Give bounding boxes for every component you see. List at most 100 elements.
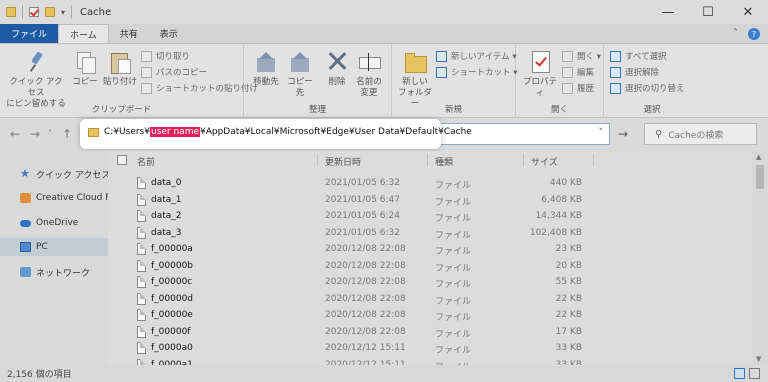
sidebar-item-quick-access[interactable]: ★ クイック アクセス	[0, 165, 108, 183]
file-icon	[137, 325, 146, 338]
column-header-name[interactable]: 名前	[137, 155, 155, 168]
table-row[interactable]: f_00000a 2020/12/08 22:08 ファイル 23 KB	[108, 242, 752, 258]
column-divider[interactable]	[427, 154, 428, 166]
chevron-up-icon[interactable]: ˄	[733, 28, 738, 40]
column-header-type[interactable]: 種類	[435, 155, 453, 168]
new-item-label: 新しいアイテム ▾	[451, 52, 517, 62]
cut-button[interactable]: 切り取り	[141, 50, 190, 62]
rename-label-line2: 変更	[360, 88, 378, 98]
file-type: ファイル	[435, 329, 472, 340]
copy-to-button[interactable]: コピー先	[284, 50, 316, 99]
select-all-checkbox[interactable]	[117, 155, 127, 165]
select-none-label: 選択解除	[625, 68, 660, 78]
back-arrow-icon[interactable]: ←	[10, 127, 20, 141]
tab-view[interactable]: 表示	[149, 24, 189, 43]
recent-dropdown-icon[interactable]: ˅	[48, 129, 52, 138]
new-folder-button[interactable]: 新しい フォルダー	[396, 50, 434, 110]
close-button[interactable]: ✕	[728, 0, 768, 24]
scroll-down-icon[interactable]: ▼	[756, 355, 761, 363]
table-row[interactable]: f_00000b 2020/12/08 22:08 ファイル 20 KB	[108, 259, 752, 275]
help-icon[interactable]: ?	[748, 28, 760, 40]
table-row[interactable]: f_0000a0 2020/12/12 15:11 ファイル 33 KB	[108, 341, 752, 357]
sidebar-item-network[interactable]: ネットワーク	[0, 263, 108, 281]
file-type: ファイル	[435, 313, 472, 323]
history-label: 履歴	[577, 84, 595, 94]
edit-button[interactable]: 編集	[562, 66, 594, 78]
file-size: 23 KB	[555, 244, 582, 254]
up-arrow-icon[interactable]: ↑	[62, 127, 72, 141]
quick-access-dropdown-icon[interactable]: ▾	[61, 8, 65, 17]
forward-arrow-icon[interactable]: →	[30, 127, 40, 141]
history-button[interactable]: 履歴	[562, 82, 594, 94]
copy-button[interactable]: コピー	[70, 50, 100, 88]
folder-icon	[6, 7, 16, 17]
details-view-icon[interactable]	[734, 368, 745, 379]
pin-quick-access-button[interactable]: クイック アクセス にピン留めする	[6, 50, 66, 110]
table-row[interactable]: data_0 2021/01/05 6:32 ファイル 440 KB	[108, 176, 752, 192]
minimize-button[interactable]: —	[648, 0, 688, 24]
column-divider[interactable]	[593, 154, 594, 166]
navigation-pane: ★ クイック アクセス Creative Cloud Fi OneDrive P…	[0, 151, 108, 365]
file-name: f_00000a	[151, 244, 193, 254]
sidebar-item-pc[interactable]: PC	[0, 238, 108, 256]
address-path[interactable]: C:¥Users¥user name¥AppData¥Local¥Microso…	[104, 127, 472, 137]
file-size: 6,408 KB	[541, 194, 582, 205]
paste-shortcut-button[interactable]: ショートカットの貼り付け	[141, 82, 258, 94]
new-folder-icon[interactable]	[45, 7, 55, 17]
table-row[interactable]: f_00000c 2020/12/08 22:08 ファイル 55 KB	[108, 275, 752, 291]
status-bar: 2,156 個の項目	[0, 365, 768, 382]
select-none-button[interactable]: 選択解除	[610, 66, 659, 78]
table-row[interactable]: f_00000e 2020/12/08 22:08 ファイル 22 KB	[108, 308, 752, 324]
scissors-icon	[141, 50, 152, 62]
shortcut-button[interactable]: ショートカット ▾	[436, 66, 517, 78]
copy-to-icon	[289, 50, 311, 74]
large-icons-view-icon[interactable]	[749, 368, 760, 379]
edit-icon	[562, 66, 573, 78]
paste-shortcut-label: ショートカットの貼り付け	[156, 84, 259, 94]
search-input[interactable]: ⚲ Cacheの検索	[644, 123, 757, 145]
shortcut-arrow-icon	[436, 66, 447, 78]
rename-button[interactable]: 名前の 変更	[354, 50, 384, 99]
table-row[interactable]: data_3 2021/01/05 6:32 ファイル 102,408 KB	[108, 226, 752, 242]
invert-selection-icon	[610, 82, 621, 94]
table-row[interactable]: f_00000f 2020/12/08 22:08 ファイル 17 KB	[108, 325, 752, 341]
file-date: 2020/12/08 22:08	[325, 244, 406, 254]
select-all-button[interactable]: すべて選択	[610, 50, 667, 62]
file-icon	[137, 259, 146, 272]
invert-selection-button[interactable]: 選択の切り替え	[610, 82, 685, 94]
file-icon	[137, 342, 146, 354]
tab-home[interactable]: ホーム	[58, 24, 109, 43]
move-to-button[interactable]: 移動先	[250, 50, 282, 88]
table-row[interactable]: data_1 2021/01/05 6:47 ファイル 6,408 KB	[108, 193, 752, 209]
properties-button[interactable]: プロパティ	[520, 50, 560, 99]
tab-file[interactable]: ファイル	[0, 24, 59, 43]
vertical-scrollbar[interactable]: ▲ ▼	[752, 151, 768, 365]
new-item-button[interactable]: 新しいアイテム ▾	[436, 50, 517, 62]
maximize-button[interactable]: ☐	[688, 0, 728, 24]
sidebar-item-onedrive[interactable]: OneDrive	[0, 214, 108, 232]
open-group: プロパティ 開く ▾ 編集 履歴 開く	[516, 44, 604, 118]
path-icon	[141, 66, 152, 78]
table-row[interactable]: f_00000d 2020/12/08 22:08 ファイル 22 KB	[108, 292, 752, 308]
properties-check-icon[interactable]	[29, 7, 39, 17]
copy-path-button[interactable]: パスのコピー	[141, 66, 207, 78]
file-name: f_00000c	[151, 277, 193, 287]
shortcut-label: ショートカット ▾	[451, 68, 518, 78]
go-arrow-icon[interactable]: →	[612, 124, 634, 144]
tab-share[interactable]: 共有	[109, 24, 149, 43]
column-header-size[interactable]: サイズ	[531, 155, 558, 168]
chevron-down-icon[interactable]: ˅	[599, 128, 604, 138]
scrollbar-thumb[interactable]	[756, 165, 764, 189]
copy-to-label: コピー先	[287, 77, 313, 98]
open-button[interactable]: 開く ▾	[562, 50, 601, 62]
sidebar-item-label: クイック アクセス	[36, 170, 108, 181]
column-header-date[interactable]: 更新日時	[325, 155, 361, 168]
column-divider[interactable]	[317, 154, 318, 166]
paste-button[interactable]: 貼り付け	[102, 50, 138, 88]
table-row[interactable]: data_2 2021/01/05 6:24 ファイル 14,344 KB	[108, 209, 752, 225]
delete-button[interactable]: 削除	[324, 50, 350, 88]
sidebar-item-creative-cloud[interactable]: Creative Cloud Fi	[0, 189, 108, 207]
scroll-up-icon[interactable]: ▲	[756, 153, 761, 161]
column-divider[interactable]	[523, 154, 524, 166]
sidebar-item-label: Creative Cloud Fi	[36, 193, 108, 203]
